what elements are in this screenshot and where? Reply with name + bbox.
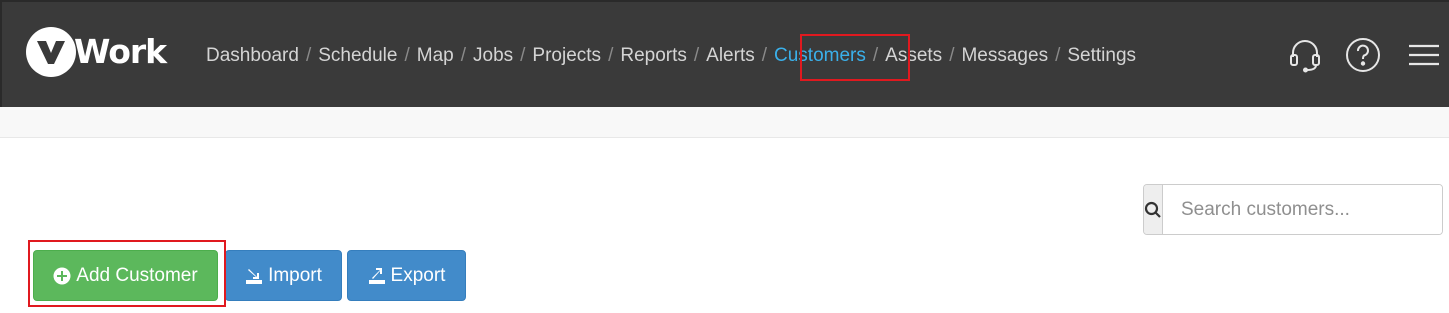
nav-separator: / [872,45,879,66]
export-icon [368,267,386,285]
nav-separator: / [1055,45,1061,66]
hamburger-menu-icon[interactable] [1406,37,1442,73]
nav-separator: / [404,45,410,66]
logo-text: Work [74,32,167,71]
nav-item-reports[interactable]: Reports [620,42,687,70]
search-input[interactable] [1163,185,1442,234]
nav-item-settings[interactable]: Settings [1067,42,1136,70]
logo-v-icon [26,27,76,77]
nav-separator: / [693,45,700,66]
nav-separator: / [608,45,614,66]
customer-search [1143,184,1443,235]
nav-item-customers[interactable]: Customers [774,42,866,70]
add-customer-button[interactable]: Add Customer [33,250,218,301]
vwork-logo[interactable]: Work [26,27,167,77]
nav-separator: / [520,45,526,66]
import-icon [245,267,263,285]
export-button[interactable]: Export [347,250,466,301]
nav-separator: / [949,45,955,66]
import-label: Import [268,264,322,286]
nav-item-assets[interactable]: Assets [885,42,942,70]
add-customer-label: Add Customer [76,264,198,286]
headset-icon[interactable] [1287,37,1323,73]
search-icon[interactable] [1144,185,1163,234]
nav-item-dashboard[interactable]: Dashboard [206,42,299,70]
help-circle-icon[interactable] [1345,37,1381,73]
nav-item-projects[interactable]: Projects [532,42,601,70]
nav-separator: / [761,45,768,66]
nav-item-map[interactable]: Map [417,42,454,70]
nav-item-jobs[interactable]: Jobs [473,42,513,70]
nav-item-messages[interactable]: Messages [961,42,1048,70]
sub-header-bar [0,107,1449,138]
plus-circle-icon [53,267,71,285]
nav-item-alerts[interactable]: Alerts [706,42,755,70]
top-navbar: Work Dashboard / Schedule / Map / Jobs /… [0,0,1449,107]
main-nav: Dashboard / Schedule / Map / Jobs / Proj… [206,42,1136,70]
nav-item-schedule[interactable]: Schedule [318,42,397,70]
nav-separator: / [305,45,312,66]
import-button[interactable]: Import [225,250,342,301]
export-label: Export [390,264,446,286]
nav-separator: / [460,45,466,66]
